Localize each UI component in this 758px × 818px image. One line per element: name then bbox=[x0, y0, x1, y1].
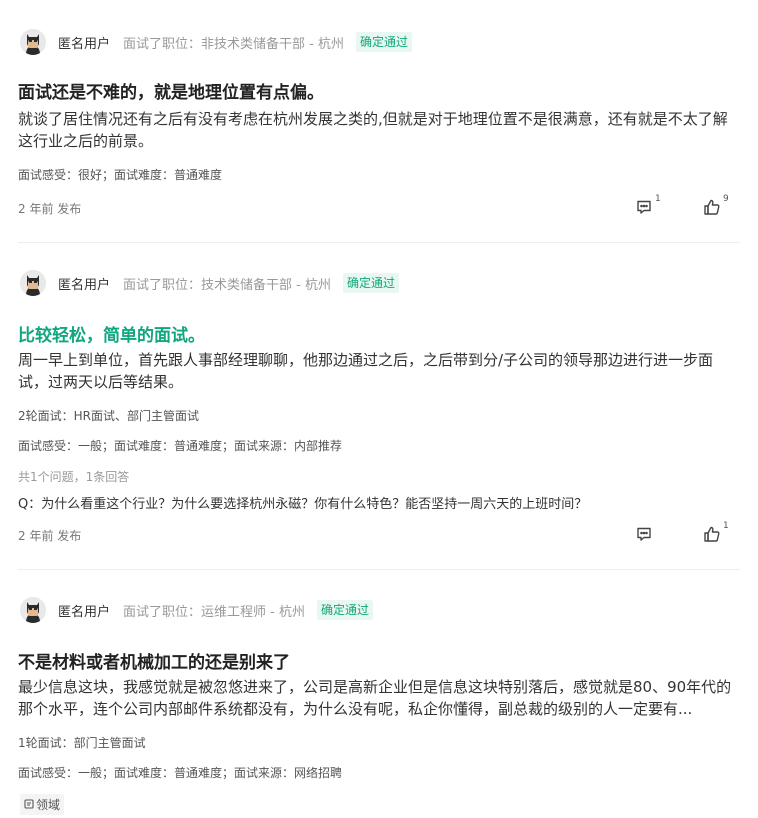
tag-icon bbox=[24, 798, 36, 812]
like-button[interactable]: 9 bbox=[703, 194, 729, 216]
interview-card: 匿名用户 面试了职位：运维工程师 - 杭州 确定通过 不是材料或者机械加工的还是… bbox=[18, 570, 740, 818]
username: 匿名用户 bbox=[58, 36, 111, 52]
post-title[interactable]: 面试还是不难的，就是地理位置有点偏。 bbox=[18, 78, 324, 103]
job-position[interactable]: 面试了职位：非技术类储备干部 - 杭州 bbox=[123, 33, 344, 52]
interview-rounds: 2轮面试：HR面试、部门主管面试 bbox=[18, 409, 199, 423]
status-badge: 确定通过 bbox=[342, 273, 399, 293]
anonymous-avatar-icon bbox=[20, 29, 46, 55]
post-time: 2 年前 发布 bbox=[18, 202, 82, 216]
interview-rounds: 1轮面试：部门主管面试 bbox=[18, 736, 146, 750]
card-header: 匿名用户 面试了职位：运维工程师 - 杭州 确定通过 bbox=[20, 596, 373, 624]
interview-question[interactable]: Q：为什么看重这个行业？为什么要选择杭州永磁？你有什么特色？能否坚持一周六天的上… bbox=[18, 493, 587, 512]
post-title[interactable]: 不是材料或者机械加工的还是别来了 bbox=[18, 648, 290, 673]
comment-button[interactable]: 1 bbox=[635, 194, 661, 216]
job-position[interactable]: 面试了职位：运维工程师 - 杭州 bbox=[123, 601, 305, 620]
card-header: 匿名用户 面试了职位：技术类储备干部 - 杭州 确定通过 bbox=[20, 269, 399, 297]
interview-feeling: 面试感受：一般；面试难度：普通难度；面试来源：网络招聘 bbox=[18, 766, 343, 780]
post-time: 2 年前 发布 bbox=[18, 529, 82, 543]
status-badge: 确定通过 bbox=[316, 600, 373, 620]
qa-count[interactable]: 共1个问题，1条回答 bbox=[18, 468, 129, 485]
interview-feed: 匿名用户 面试了职位：非技术类储备干部 - 杭州 确定通过 面试还是不难的，就是… bbox=[0, 0, 758, 818]
interview-feeling: 面试感受：一般；面试难度：普通难度；面试来源：内部推荐 bbox=[18, 439, 343, 453]
anonymous-avatar-icon bbox=[20, 597, 46, 623]
interview-card: 匿名用户 面试了职位：技术类储备干部 - 杭州 确定通过 比较轻松，简单的面试。… bbox=[18, 243, 740, 570]
post-body[interactable]: 最少信息这块，我感觉就是被忽悠进来了，公司是高新企业但是信息这块特别落后，感觉就… bbox=[18, 676, 740, 720]
thumbs-up-icon bbox=[703, 525, 721, 543]
status-badge: 确定通过 bbox=[355, 32, 412, 52]
anonymous-avatar-icon bbox=[20, 270, 46, 296]
like-count: 1 bbox=[723, 521, 729, 531]
tag-label: 领域 bbox=[36, 798, 61, 812]
like-button[interactable]: 1 bbox=[703, 521, 729, 543]
username: 匿名用户 bbox=[58, 604, 111, 620]
username: 匿名用户 bbox=[58, 277, 111, 293]
post-body[interactable]: 就谈了居住情况还有之后有没有考虑在杭州发展之类的,但就是对于地理位置不是很满意，… bbox=[18, 108, 740, 152]
like-count: 9 bbox=[723, 194, 729, 204]
post-title[interactable]: 比较轻松，简单的面试。 bbox=[18, 321, 205, 346]
comment-count: 1 bbox=[655, 194, 661, 204]
job-position[interactable]: 面试了职位：技术类储备干部 - 杭州 bbox=[123, 274, 331, 293]
domain-tag[interactable]: 领域 bbox=[20, 794, 65, 815]
thumbs-up-icon bbox=[703, 198, 721, 216]
post-body[interactable]: 周一早上到单位，首先跟人事部经理聊聊，他那边通过之后，之后带到分/子公司的领导那… bbox=[18, 349, 740, 393]
comment-icon bbox=[635, 198, 653, 216]
interview-card: 匿名用户 面试了职位：非技术类储备干部 - 杭州 确定通过 面试还是不难的，就是… bbox=[18, 0, 740, 243]
card-header: 匿名用户 面试了职位：非技术类储备干部 - 杭州 确定通过 bbox=[20, 28, 412, 56]
interview-feeling: 面试感受：很好；面试难度：普通难度 bbox=[18, 168, 223, 182]
comment-icon bbox=[635, 525, 653, 543]
comment-button[interactable] bbox=[635, 525, 655, 543]
